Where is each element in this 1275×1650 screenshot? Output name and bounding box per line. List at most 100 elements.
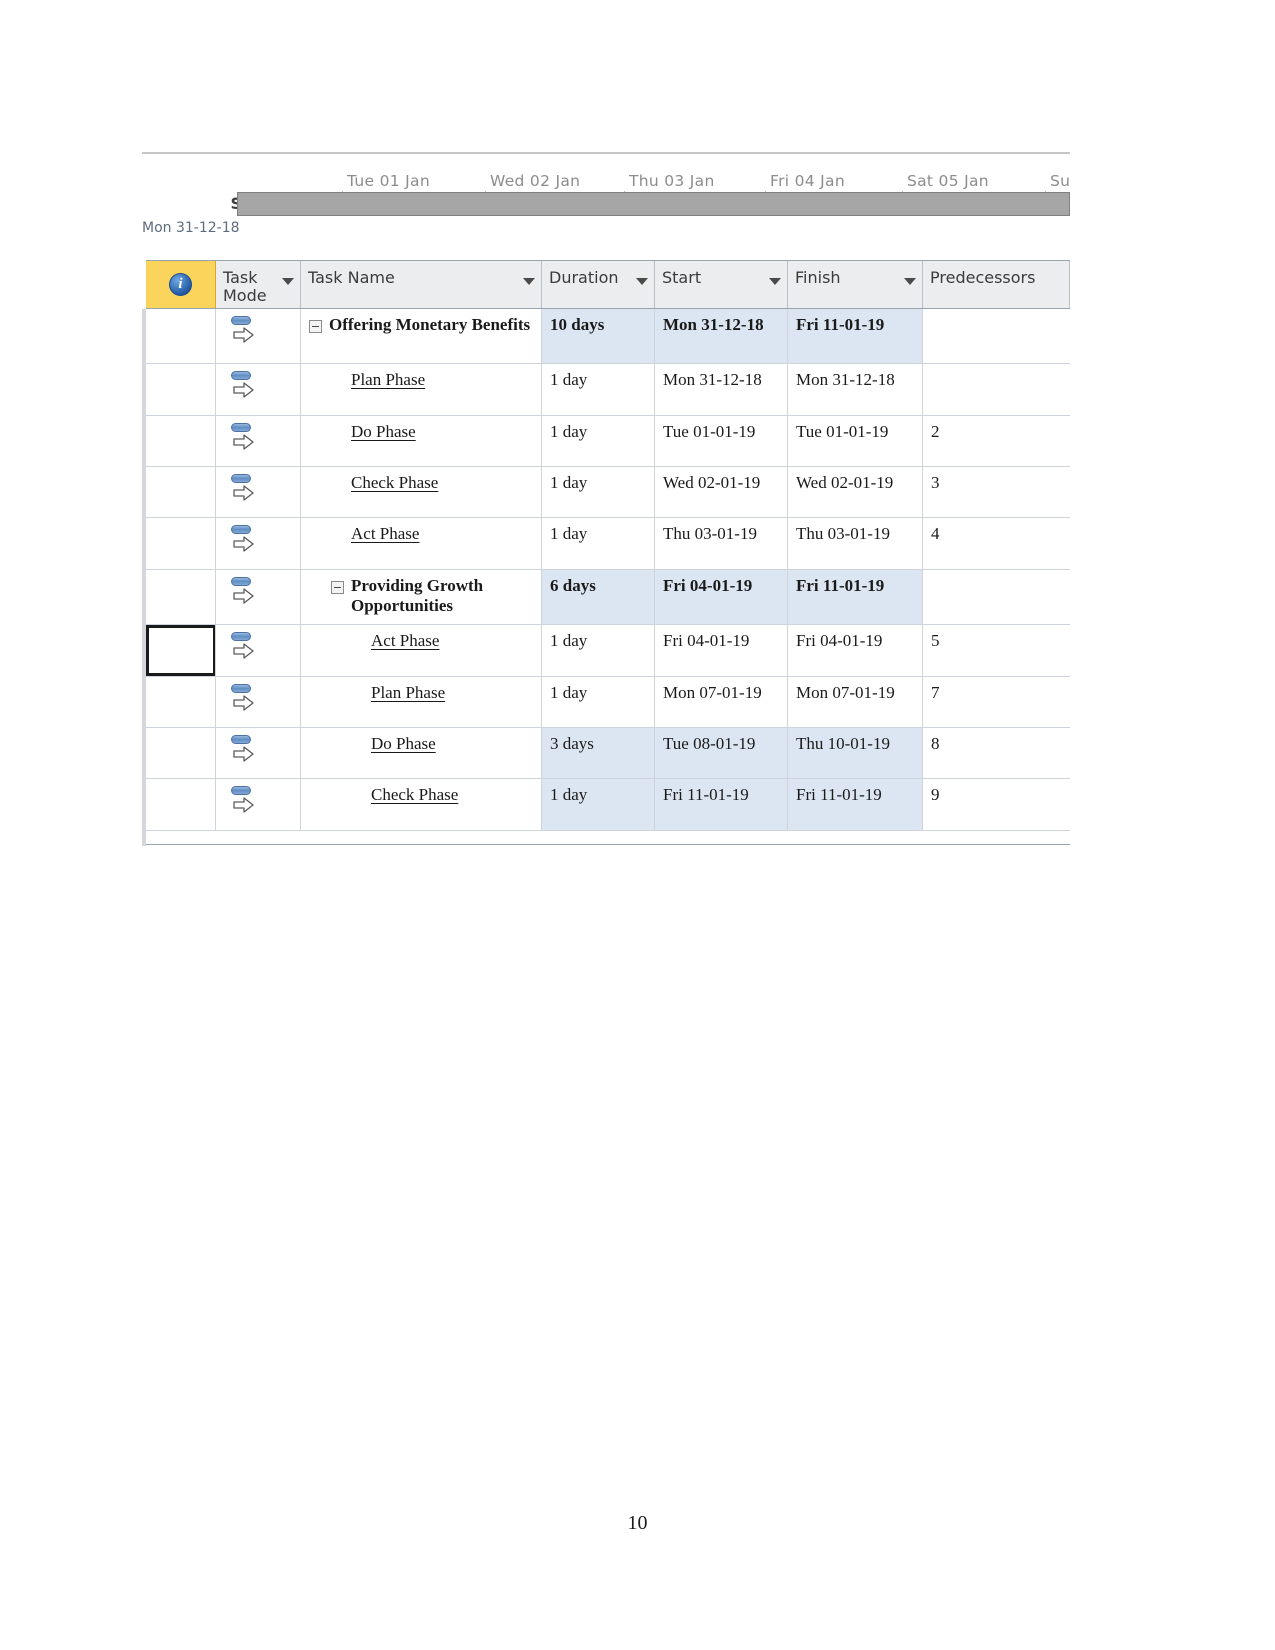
task-finish-cell[interactable]: Fri 11-01-19	[788, 570, 923, 624]
task-start-cell[interactable]: Mon 31-12-18	[655, 364, 788, 415]
column-header-indicator[interactable]: i	[146, 261, 216, 308]
task-duration-cell[interactable]: 1 day	[542, 518, 655, 569]
chevron-down-icon[interactable]	[282, 278, 294, 285]
task-predecessors-cell[interactable]: 4	[923, 518, 1070, 569]
task-finish-cell[interactable]: Fri 11-01-19	[788, 779, 923, 830]
auto-schedule-icon	[230, 371, 260, 401]
task-duration-cell[interactable]: 10 days	[542, 309, 655, 363]
task-duration-cell[interactable]: 1 day	[542, 416, 655, 466]
row-indicator-cell[interactable]	[146, 518, 216, 569]
task-mode-cell[interactable]	[216, 416, 301, 466]
task-name-cell[interactable]: Act Phase	[301, 518, 542, 569]
column-header-start[interactable]: Start	[655, 261, 788, 308]
table-row[interactable]: Offering Monetary Benefits 10 days Mon 31-…	[146, 309, 1070, 364]
task-predecessors-cell[interactable]: 8	[923, 728, 1070, 778]
collapse-toggle-icon[interactable]	[309, 320, 322, 333]
task-finish-cell[interactable]: Thu 10-01-19	[788, 728, 923, 778]
row-indicator-cell[interactable]	[146, 416, 216, 466]
task-name-cell[interactable]: Plan Phase	[301, 677, 542, 727]
task-start-cell[interactable]: Fri 11-01-19	[655, 779, 788, 830]
table-row[interactable]: Plan Phase 1 day Mon 07-01-19 Mon 07-01-19 7	[146, 677, 1070, 728]
task-start-cell[interactable]: Fri 04-01-19	[655, 570, 788, 624]
task-predecessors-cell[interactable]	[923, 364, 1070, 415]
task-name-cell[interactable]: Check Phase	[301, 467, 542, 517]
row-indicator-cell[interactable]	[146, 467, 216, 517]
task-predecessors-cell[interactable]: 5	[923, 625, 1070, 676]
task-mode-cell[interactable]	[216, 570, 301, 624]
task-mode-cell[interactable]	[216, 364, 301, 415]
task-mode-cell[interactable]	[216, 467, 301, 517]
task-start-cell[interactable]: Fri 04-01-19	[655, 625, 788, 676]
auto-schedule-icon-arrow	[233, 588, 254, 604]
task-start-cell[interactable]: Mon 07-01-19	[655, 677, 788, 727]
task-predecessors-cell[interactable]	[923, 309, 1070, 363]
column-header-duration[interactable]: Duration	[542, 261, 655, 308]
task-finish-cell[interactable]: Mon 31-12-18	[788, 364, 923, 415]
task-predecessors-cell[interactable]: 9	[923, 779, 1070, 830]
task-start-cell[interactable]: Wed 02-01-19	[655, 467, 788, 517]
table-row[interactable]: Act Phase 1 day Fri 04-01-19 Fri 04-01-19 5	[146, 625, 1070, 677]
timeline-project-bar[interactable]	[237, 192, 1070, 216]
task-name-cell[interactable]: Do Phase	[301, 728, 542, 778]
task-finish-cell[interactable]: Fri 04-01-19	[788, 625, 923, 676]
row-indicator-cell[interactable]	[146, 728, 216, 778]
task-duration-cell[interactable]: 1 day	[542, 625, 655, 676]
task-duration-cell[interactable]: 1 day	[542, 677, 655, 727]
row-indicator-cell[interactable]	[146, 309, 216, 363]
task-mode-cell[interactable]	[216, 779, 301, 830]
task-mode-cell[interactable]	[216, 625, 301, 676]
chevron-down-icon[interactable]	[523, 278, 535, 285]
task-finish-cell[interactable]: Tue 01-01-19	[788, 416, 923, 466]
task-start-cell[interactable]: Thu 03-01-19	[655, 518, 788, 569]
task-finish-cell[interactable]: Thu 03-01-19	[788, 518, 923, 569]
task-finish-cell[interactable]: Wed 02-01-19	[788, 467, 923, 517]
task-start-cell[interactable]: Tue 01-01-19	[655, 416, 788, 466]
task-duration-cell[interactable]: 1 day	[542, 364, 655, 415]
row-indicator-cell[interactable]	[146, 570, 216, 624]
column-header-name[interactable]: Task Name	[301, 261, 542, 308]
table-row[interactable]: Do Phase 3 days Tue 08-01-19 Thu 10-01-19 8	[146, 728, 1070, 779]
selected-cell-outline[interactable]	[146, 625, 215, 676]
row-indicator-cell[interactable]	[146, 677, 216, 727]
task-name-cell[interactable]: Plan Phase	[301, 364, 542, 415]
task-name-cell[interactable]: Offering Monetary Benefits	[301, 309, 542, 363]
table-row[interactable]: Check Phase 1 day Wed 02-01-19 Wed 02-01-19…	[146, 467, 1070, 518]
task-duration-cell[interactable]: 1 day	[542, 467, 655, 517]
task-start-cell[interactable]: Mon 31-12-18	[655, 309, 788, 363]
table-row[interactable]: Check Phase 1 day Fri 11-01-19 Fri 11-01-19…	[146, 779, 1070, 831]
gantt-task-grid: i Task Mode Task Name Duration Start Finish Pr…	[142, 260, 1070, 846]
collapse-toggle-icon[interactable]	[331, 581, 344, 594]
task-mode-cell[interactable]	[216, 728, 301, 778]
task-predecessors-cell[interactable]: 7	[923, 677, 1070, 727]
chevron-down-icon[interactable]	[769, 278, 781, 285]
task-start-cell[interactable]: Tue 08-01-19	[655, 728, 788, 778]
task-predecessors-cell[interactable]: 2	[923, 416, 1070, 466]
row-indicator-cell[interactable]	[146, 779, 216, 830]
task-mode-cell[interactable]	[216, 677, 301, 727]
task-name-cell[interactable]: Providing Growth Opportunities	[301, 570, 542, 624]
task-name-cell[interactable]: Do Phase	[301, 416, 542, 466]
task-finish-cell[interactable]: Fri 11-01-19	[788, 309, 923, 363]
chevron-down-icon[interactable]	[636, 278, 648, 285]
row-indicator-cell[interactable]	[146, 625, 216, 676]
column-header-finish[interactable]: Finish	[788, 261, 923, 308]
task-finish-cell[interactable]: Mon 07-01-19	[788, 677, 923, 727]
task-name-cell[interactable]: Check Phase	[301, 779, 542, 830]
column-header-predecessors[interactable]: Predecessors	[923, 261, 1070, 308]
column-header-label: Predecessors	[930, 268, 1036, 287]
task-duration-cell[interactable]: 6 days	[542, 570, 655, 624]
task-name-cell[interactable]: Act Phase	[301, 625, 542, 676]
table-row[interactable]: Act Phase 1 day Thu 03-01-19 Thu 03-01-19 4	[146, 518, 1070, 570]
task-duration-cell[interactable]: 3 days	[542, 728, 655, 778]
table-row[interactable]: Plan Phase 1 day Mon 31-12-18 Mon 31-12-18	[146, 364, 1070, 416]
task-duration-cell[interactable]: 1 day	[542, 779, 655, 830]
task-predecessors-cell[interactable]: 3	[923, 467, 1070, 517]
task-mode-cell[interactable]	[216, 518, 301, 569]
chevron-down-icon[interactable]	[904, 278, 916, 285]
row-indicator-cell[interactable]	[146, 364, 216, 415]
task-predecessors-cell[interactable]	[923, 570, 1070, 624]
table-row[interactable]: Providing Growth Opportunities 6 days Fri …	[146, 570, 1070, 625]
task-mode-cell[interactable]	[216, 309, 301, 363]
table-row[interactable]: Do Phase 1 day Tue 01-01-19 Tue 01-01-19 2	[146, 416, 1070, 467]
column-header-mode[interactable]: Task Mode	[216, 261, 301, 308]
